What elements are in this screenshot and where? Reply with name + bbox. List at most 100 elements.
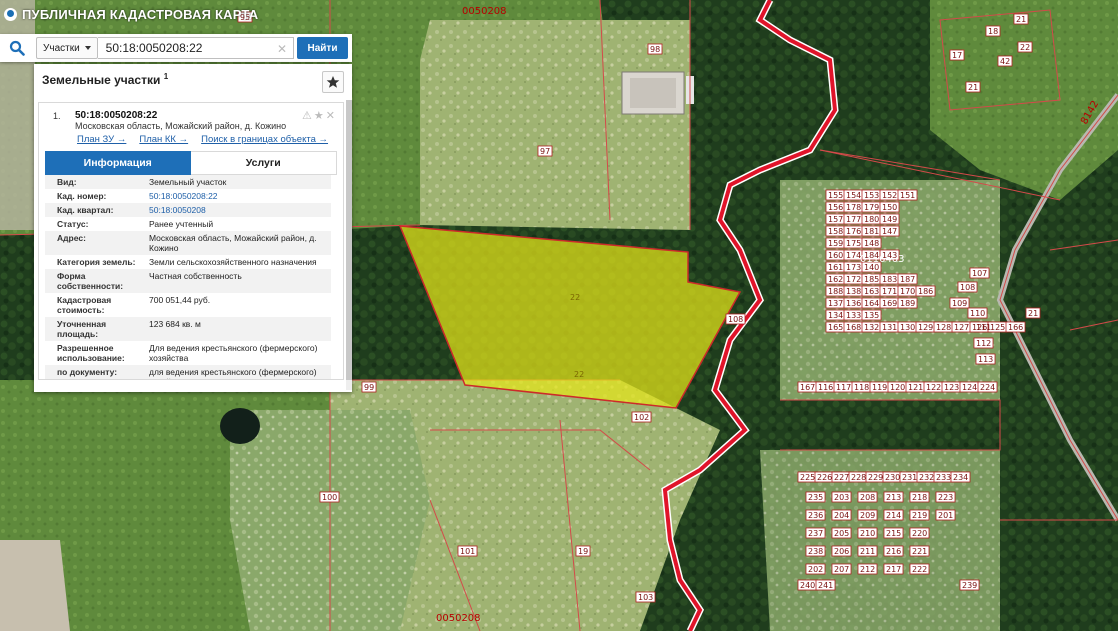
plan-kk-link[interactable]: План КК → [139, 134, 188, 145]
search-icon[interactable] [6, 38, 28, 58]
parcel-number: 211 [860, 547, 875, 556]
info-key: Адрес: [57, 233, 86, 243]
info-row: Кад. квартал: 50:18:0050208 [45, 203, 331, 217]
parcel-number: 213 [886, 493, 901, 502]
info-key: Кад. номер: [57, 191, 107, 201]
parcel-number: 224 [980, 383, 995, 392]
parcel-number: 241 [818, 581, 833, 590]
parcel-number: 183 [882, 275, 897, 284]
results-count: 1 [163, 72, 169, 81]
search-query: 50:18:0050208:22 [105, 41, 203, 55]
tab-services[interactable]: Услуги [190, 151, 337, 175]
parcel-number: 163 [864, 287, 879, 296]
tab-information[interactable]: Информация [45, 151, 191, 175]
info-key: Статус: [57, 219, 89, 229]
info-value: Для ведения крестьянского (фермерского) … [149, 343, 318, 363]
parcel-number: 154 [846, 191, 861, 200]
parcel-number: 201 [938, 511, 953, 520]
parcel-number: 181 [864, 227, 879, 236]
info-value: Частная собственность [149, 271, 242, 281]
parcel-number: 118 [854, 383, 869, 392]
close-icon[interactable]: ✕ [277, 42, 287, 56]
close-icon[interactable]: ✕ [326, 109, 335, 122]
info-row: Кад. номер: 50:18:0050208:22 [45, 189, 331, 203]
parcel-number: 216 [886, 547, 901, 556]
info-value[interactable]: 50:18:0050208:22 [145, 189, 331, 203]
parcel-number: 170 [900, 287, 915, 296]
parcel-number: 97 [540, 147, 550, 156]
parcel-number: 123 [944, 383, 959, 392]
search-in-bounds-link[interactable]: Поиск в границах объекта → [201, 134, 328, 145]
parcel-number: 178 [846, 203, 861, 212]
result-address: Московская область, Можайский район, д. … [75, 121, 287, 131]
info-value: для ведения крестьянского (фермерского) … [149, 367, 317, 379]
parcel-number: 203 [834, 493, 849, 502]
parcel-number: 22 [1020, 43, 1030, 52]
info-value: 123 684 кв. м [149, 319, 201, 329]
parcel-number: 173 [846, 263, 861, 272]
parcel-number: 98 [650, 45, 660, 54]
info-row: Статус: Ранее учтенный [45, 217, 331, 231]
parcel-number: 220 [912, 529, 927, 538]
parcel-number: 202 [808, 565, 823, 574]
info-value[interactable]: 50:18:0050208 [145, 203, 331, 217]
info-table: Вид: Земельный участок Кад. номер: 50:18:00… [45, 175, 331, 379]
parcel-number: 172 [846, 275, 861, 284]
find-button[interactable]: Найти [297, 37, 348, 59]
parcel-number: 168 [846, 323, 861, 332]
parcel-number: 215 [886, 529, 901, 538]
parcel-number: 19 [578, 547, 588, 556]
info-row: Форма собственности: Частная собственност… [45, 269, 331, 293]
parcel-number: 227 [834, 473, 849, 482]
warning-icon[interactable]: ⚠ [302, 109, 312, 122]
parcel-number: 228 [851, 473, 866, 482]
parcel-number: 147 [882, 227, 897, 236]
selected-parcel-label: 22 [574, 370, 584, 379]
parcel-number: 166 [1008, 323, 1023, 332]
parcel-number: 208 [860, 493, 875, 502]
parcel-number: 185 [864, 275, 879, 284]
star-icon[interactable]: ★ [314, 109, 324, 122]
parcel-number: 129 [918, 323, 933, 332]
info-row: Категория земель: Земли сельскохозяйствен… [45, 255, 331, 269]
favorites-button[interactable] [322, 71, 344, 93]
result-cadastral-number[interactable]: 50:18:0050208:22 [75, 110, 157, 121]
selected-parcel-label: 22 [570, 293, 580, 302]
parcel-number: 143 [882, 251, 897, 260]
plan-zu-link[interactable]: План ЗУ → [77, 134, 126, 145]
parcel-number: 238 [808, 547, 823, 556]
parcel-number: 180 [864, 215, 879, 224]
scrollbar-thumb[interactable] [346, 100, 352, 380]
result-item[interactable]: 1. 50:18:0050208:22 Московская область, … [39, 103, 343, 151]
parcel-number: 160 [828, 251, 843, 260]
panel-title: Земельные участки 1 [42, 72, 168, 87]
parcel-number: 169 [882, 299, 897, 308]
parcel-number: 18 [988, 27, 998, 36]
parcel-number: 137 [828, 299, 843, 308]
parcel-number: 135 [864, 311, 879, 320]
parcel-number: 226 [817, 473, 832, 482]
chevron-down-icon [84, 46, 91, 50]
parcel-number: 174 [846, 251, 861, 260]
parcel-number: 233 [936, 473, 951, 482]
parcel-number: 222 [912, 565, 927, 574]
parcel-number: 152 [882, 191, 897, 200]
globe-icon [4, 7, 17, 21]
parcel-number: 108 [960, 283, 975, 292]
parcel-number: 124 [962, 383, 977, 392]
info-value: Земли сельскохозяйственного назначения [149, 257, 317, 267]
parcel-number: 212 [860, 565, 875, 574]
panel-scrollbar[interactable] [346, 100, 352, 390]
parcel-number: 217 [886, 565, 901, 574]
search-scope-value: Участки [43, 42, 80, 54]
parcel-number: 179 [864, 203, 879, 212]
app-header: ПУБЛИЧНАЯ КАДАСТРОВАЯ КАРТА [4, 5, 258, 23]
info-value: 700 051,44 руб. [149, 295, 211, 305]
search-scope-select[interactable]: Участки [36, 37, 98, 59]
results-panel: Земельные участки 1 1. 50:18:0050208:22 … [34, 64, 352, 392]
search-input[interactable]: 50:18:0050208:22 ✕ [97, 37, 294, 59]
parcel-number: 21 [968, 83, 978, 92]
parcel-number: 121 [908, 383, 923, 392]
app-title: ПУБЛИЧНАЯ КАДАСТРОВАЯ КАРТА [22, 6, 259, 22]
info-row: Вид: Земельный участок [45, 175, 331, 189]
